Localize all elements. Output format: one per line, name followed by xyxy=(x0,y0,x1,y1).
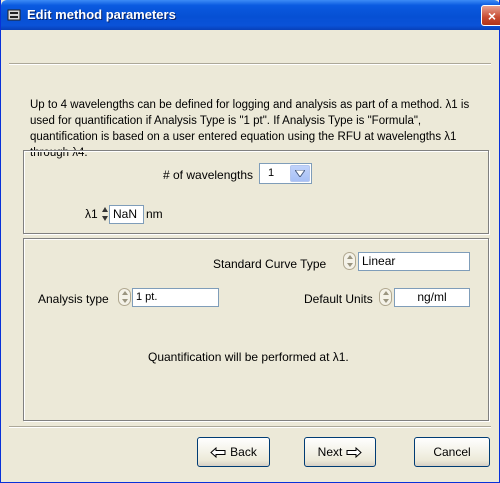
back-button[interactable]: Back xyxy=(197,437,270,467)
top-divider xyxy=(9,63,491,65)
curve-type-spinner[interactable] xyxy=(344,252,355,270)
next-arrow-icon xyxy=(346,446,363,458)
wavelength-count-dropdown[interactable]: 1 xyxy=(259,163,312,184)
dropdown-arrow-icon xyxy=(295,170,305,177)
analysis-type-label: Analysis type xyxy=(38,292,109,306)
default-units-field[interactable]: ng/ml xyxy=(394,288,470,307)
quantification-note: Quantification will be performed at λ1. xyxy=(148,350,349,364)
bottom-divider xyxy=(9,426,491,428)
dialog-window: Edit method parameters × Up to 4 wavelen… xyxy=(0,0,500,483)
wavelength-panel xyxy=(23,150,489,234)
title-bar[interactable]: Edit method parameters × xyxy=(1,0,500,30)
back-label: Back xyxy=(230,445,257,459)
dropdown-button[interactable] xyxy=(290,165,310,182)
wavelength-count-value: 1 xyxy=(268,167,275,179)
analysis-type-field[interactable]: 1 pt. xyxy=(132,288,219,307)
wavelength-count-label: # of wavelengths xyxy=(163,168,254,182)
close-button[interactable]: × xyxy=(481,5,500,26)
lambda1-unit: nm xyxy=(146,207,163,221)
cancel-label: Cancel xyxy=(433,445,471,459)
spinner-icon xyxy=(346,255,353,267)
back-arrow-icon xyxy=(210,446,226,458)
window-title: Edit method parameters xyxy=(27,7,176,22)
default-units-spinner[interactable] xyxy=(380,288,391,306)
spinner-icon xyxy=(121,291,128,303)
lambda1-field[interactable]: NaN xyxy=(109,205,144,224)
spinner-icon xyxy=(101,207,108,221)
curve-type-label: Standard Curve Type xyxy=(213,257,327,271)
curve-type-field[interactable]: Linear xyxy=(358,252,470,271)
spinner-icon xyxy=(382,291,389,303)
next-label: Next xyxy=(317,445,343,459)
default-units-label: Default Units xyxy=(304,292,373,306)
cancel-button[interactable]: Cancel xyxy=(414,437,490,467)
lambda1-label: λ1 xyxy=(85,207,98,221)
close-icon: × xyxy=(487,7,497,24)
window-icon xyxy=(7,9,21,21)
next-button[interactable]: Next xyxy=(304,437,376,467)
analysis-type-spinner[interactable] xyxy=(119,288,130,306)
